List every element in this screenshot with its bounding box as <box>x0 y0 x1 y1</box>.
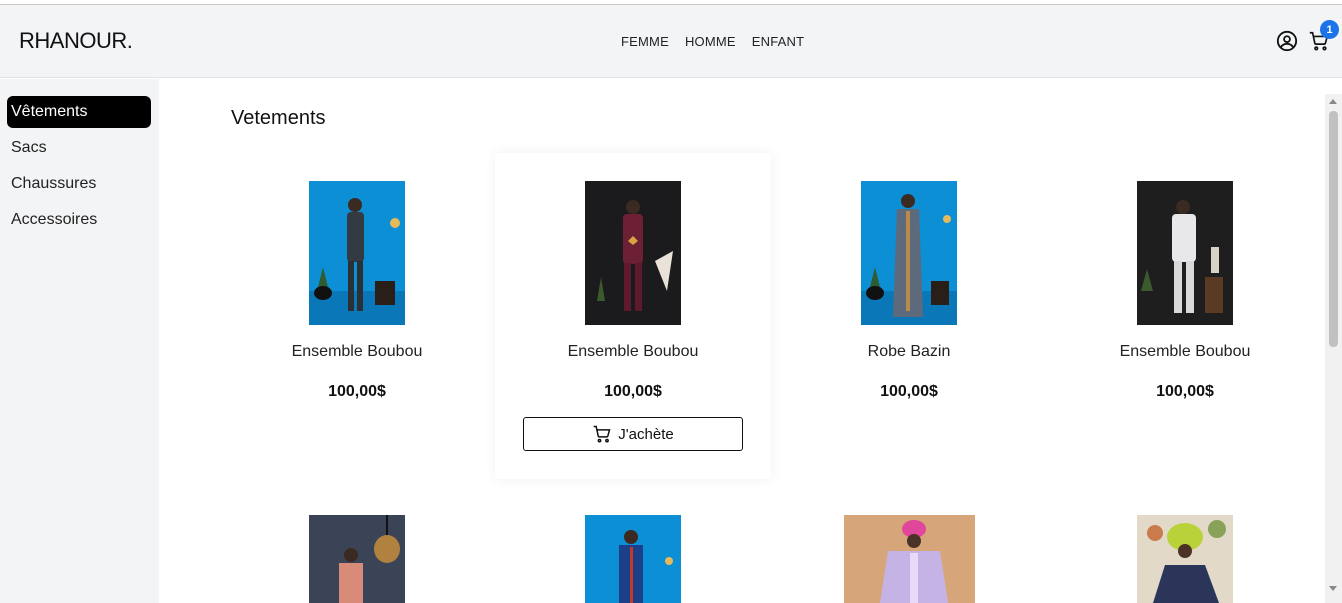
product-listing: Vetements Ensemble Boubou 100,00$ Ensemb… <box>159 79 1323 603</box>
product-image[interactable] <box>309 181 405 325</box>
account-button[interactable] <box>1276 30 1298 52</box>
product-name[interactable]: Ensemble Boubou <box>1047 343 1323 361</box>
product-price: 100,00$ <box>1156 383 1214 400</box>
product-price: 100,00$ <box>604 383 662 400</box>
scrollbar-thumb[interactable] <box>1329 111 1338 347</box>
user-circle-icon <box>1276 30 1298 52</box>
product-name[interactable]: Robe Bazin <box>771 343 1047 361</box>
product-card[interactable]: Ensemble Boubou 100,00$ <box>219 153 495 479</box>
cart-icon <box>593 425 611 443</box>
nav-femme[interactable]: FEMME <box>621 34 669 49</box>
product-card[interactable]: Ensemble Boubou 100,00$ <box>1047 153 1323 479</box>
nav-enfant[interactable]: ENFANT <box>752 34 804 49</box>
product-image[interactable] <box>585 181 681 325</box>
scroll-down-icon[interactable] <box>1329 586 1337 591</box>
product-image[interactable] <box>585 515 681 603</box>
page-title: Vetements <box>231 107 326 129</box>
sidebar-item-chaussures[interactable]: Chaussures <box>7 168 151 200</box>
buy-button[interactable]: J'achète <box>523 417 743 451</box>
product-image[interactable] <box>844 515 975 603</box>
product-name[interactable]: Ensemble Boubou <box>495 343 771 361</box>
buy-button-label: J'achète <box>618 425 674 443</box>
product-image[interactable] <box>1137 181 1233 325</box>
product-card[interactable]: Robe Bazin 100,00$ <box>771 153 1047 479</box>
product-price: 100,00$ <box>328 383 386 400</box>
scroll-up-icon[interactable] <box>1329 99 1337 104</box>
product-name[interactable]: Ensemble Boubou <box>219 343 495 361</box>
category-sidebar: Vêtements Sacs Chaussures Accessoires <box>0 79 159 603</box>
cart-button[interactable]: 1 <box>1308 20 1339 52</box>
product-image[interactable] <box>861 181 957 325</box>
site-header: RHANOUR. FEMME HOMME ENFANT 1 <box>0 5 1342 78</box>
main-nav: FEMME HOMME ENFANT <box>621 34 804 49</box>
header-actions: 1 <box>1276 20 1339 52</box>
sidebar-item-accessoires[interactable]: Accessoires <box>7 204 151 236</box>
product-image[interactable] <box>309 515 405 603</box>
product-image[interactable] <box>1137 515 1233 603</box>
sidebar-item-vetements[interactable]: Vêtements <box>7 96 151 128</box>
site-logo[interactable]: RHANOUR. <box>19 28 133 54</box>
page-scrollbar[interactable] <box>1325 94 1342 603</box>
cart-count-badge: 1 <box>1320 20 1339 39</box>
nav-homme[interactable]: HOMME <box>685 34 736 49</box>
sidebar-item-sacs[interactable]: Sacs <box>7 132 151 164</box>
product-card[interactable]: Ensemble Boubou 100,00$ J'achète <box>495 153 771 479</box>
product-price: 100,00$ <box>880 383 938 400</box>
